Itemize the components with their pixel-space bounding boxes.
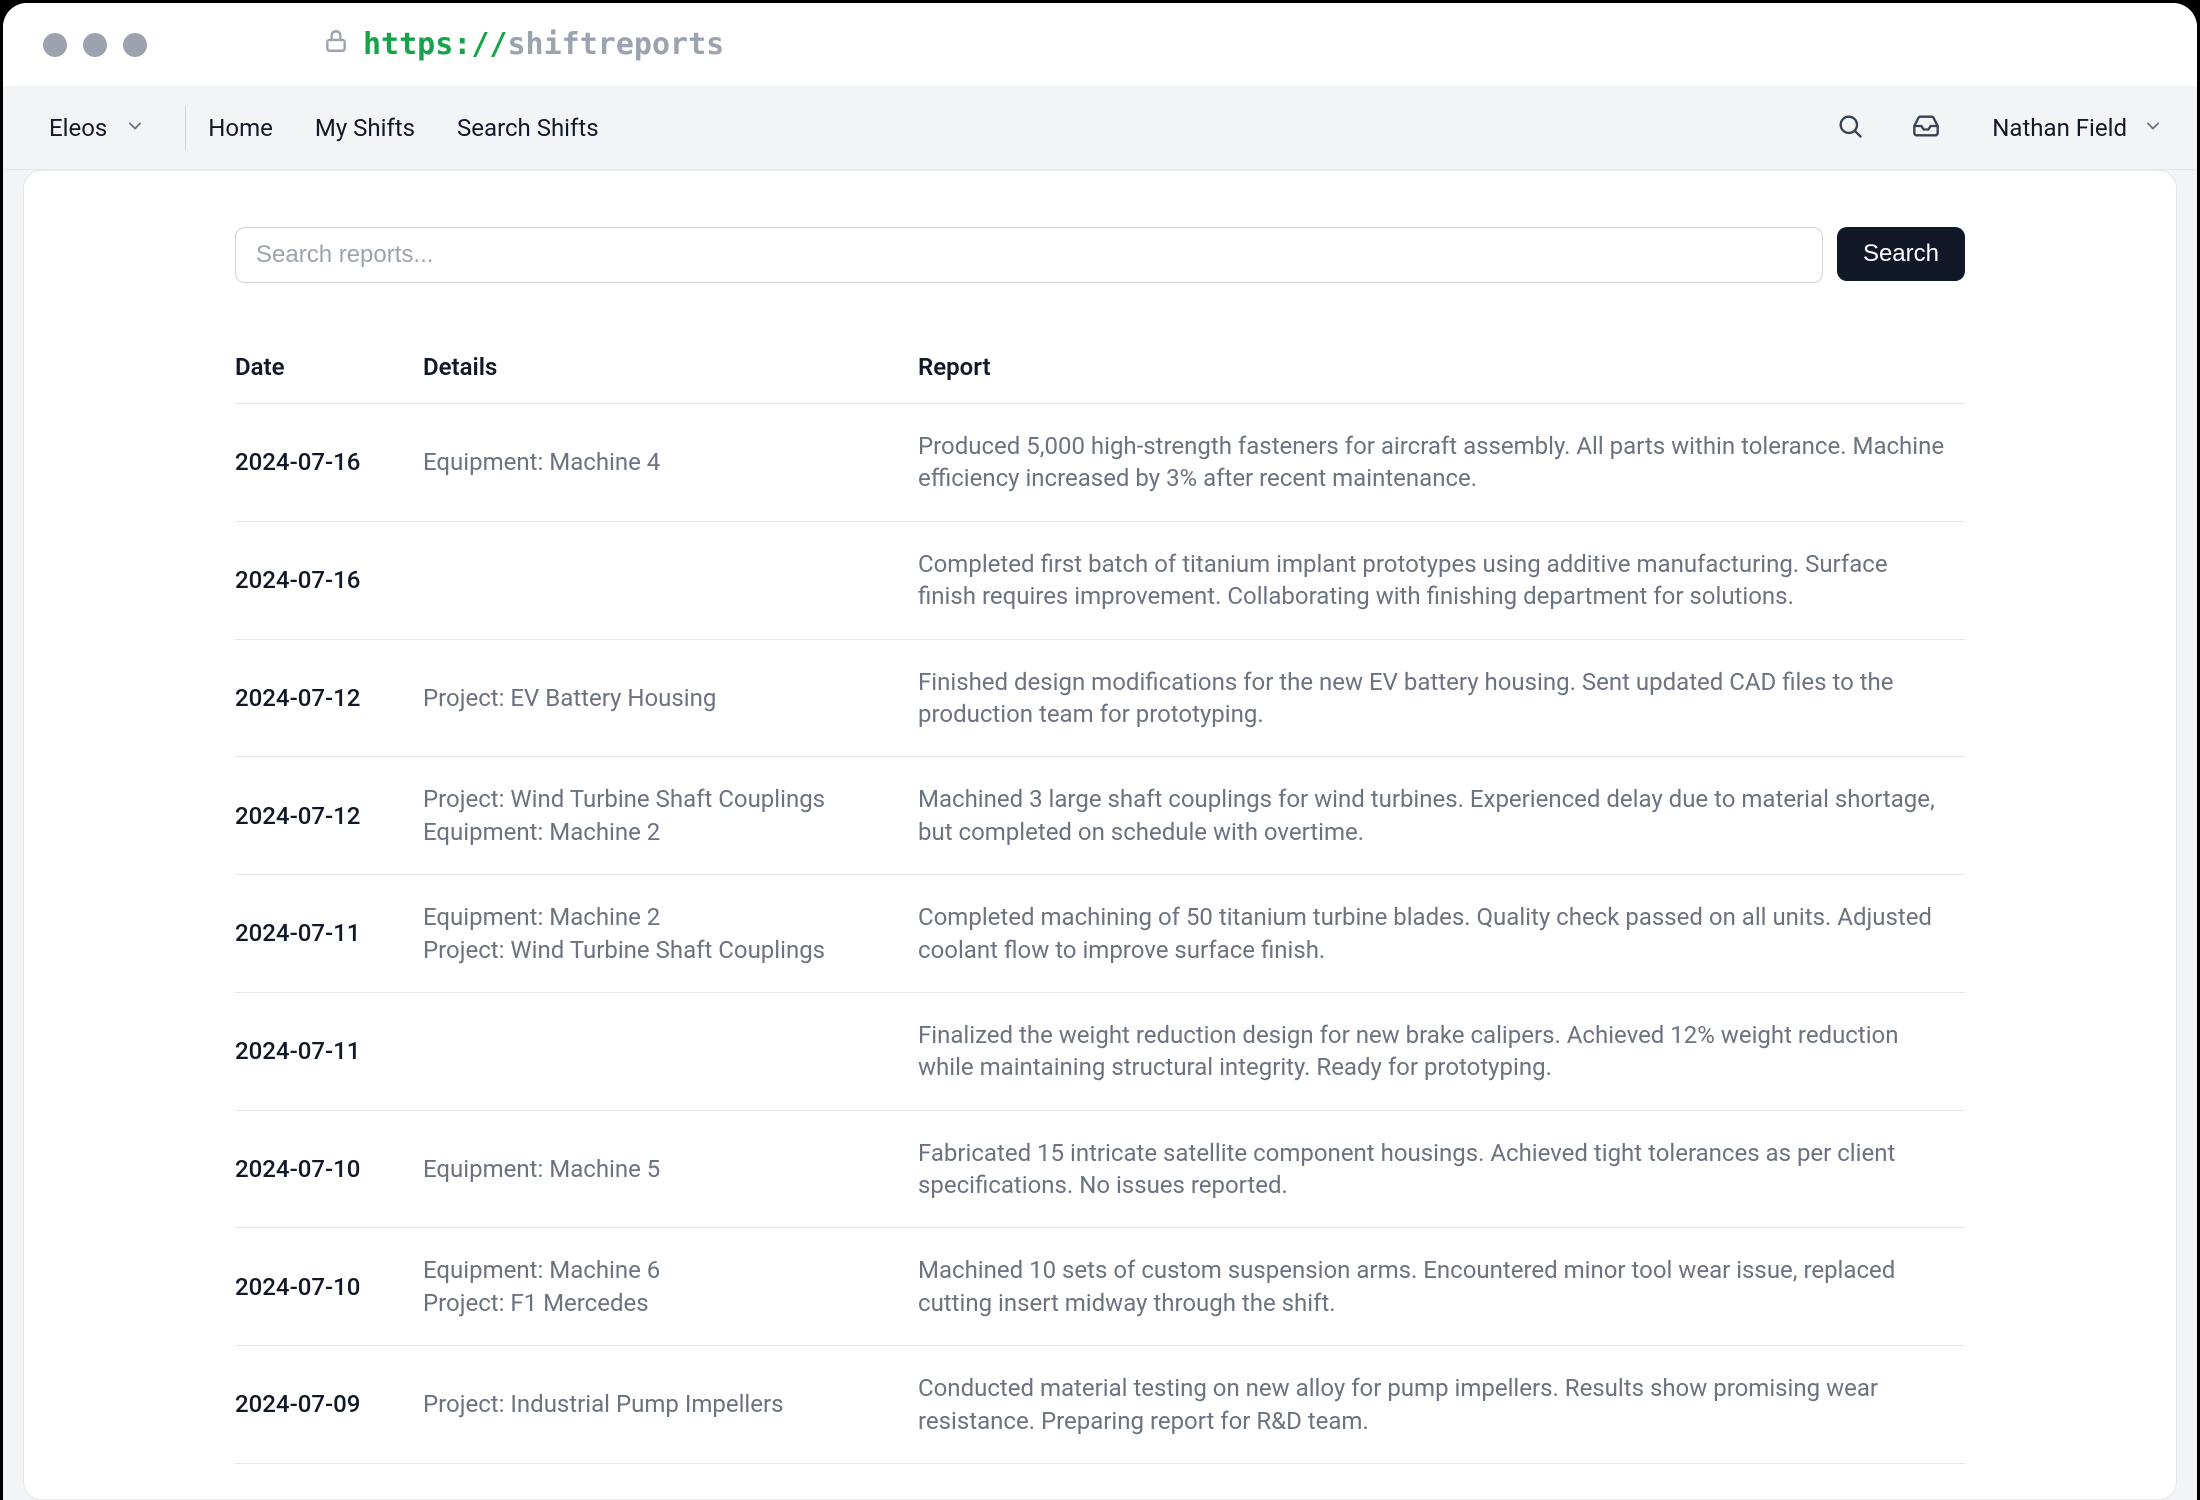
topbar-right: Nathan Field bbox=[1830, 108, 2163, 148]
table-row[interactable]: 2024-07-10Equipment: Machine 5 Fabricated… bbox=[235, 1110, 1965, 1228]
report-cell: Finished design modifications for the ne… bbox=[918, 639, 1965, 757]
reports-table: Date Details Report 2024-07-16Equipment:… bbox=[235, 353, 1965, 1464]
details-line: Project: EV Battery Housing bbox=[423, 682, 898, 714]
date-cell: 2024-07-11 bbox=[235, 992, 423, 1110]
traffic-light-maximize[interactable] bbox=[123, 33, 147, 57]
date-cell: 2024-07-09 bbox=[235, 1346, 423, 1464]
table-header-row: Date Details Report bbox=[235, 353, 1965, 404]
report-cell: Completed machining of 50 titanium turbi… bbox=[918, 875, 1965, 993]
report-cell: Conducted material testing on new alloy … bbox=[918, 1346, 1965, 1464]
titlebar: https://shiftreports bbox=[3, 3, 2197, 86]
topbar-divider bbox=[185, 106, 186, 150]
report-cell: Completed first batch of titanium implan… bbox=[918, 521, 1965, 639]
date-cell: 2024-07-10 bbox=[235, 1228, 423, 1346]
date-cell: 2024-07-11 bbox=[235, 875, 423, 993]
nav-search-shifts[interactable]: Search Shifts bbox=[457, 114, 599, 142]
nav-home[interactable]: Home bbox=[208, 114, 273, 142]
table-row[interactable]: 2024-07-16 Completed first batch of titan… bbox=[235, 521, 1965, 639]
inbox-icon bbox=[1912, 112, 1940, 144]
details-line: Equipment: Machine 2 bbox=[423, 816, 898, 848]
date-cell: 2024-07-10 bbox=[235, 1110, 423, 1228]
details-cell: Equipment: Machine 6Project: F1 Mercedes bbox=[423, 1228, 918, 1346]
details-cell: Equipment: Machine 2Project: Wind Turbin… bbox=[423, 875, 918, 993]
url-protocol: https:// bbox=[363, 27, 508, 62]
details-line: Equipment: Machine 2 bbox=[423, 901, 898, 933]
search-input[interactable] bbox=[235, 227, 1823, 283]
table-row[interactable]: 2024-07-09Project: Industrial Pump Impel… bbox=[235, 1346, 1965, 1464]
details-cell: Project: EV Battery Housing bbox=[423, 639, 918, 757]
lock-icon bbox=[323, 27, 349, 62]
table-row[interactable]: 2024-07-11Equipment: Machine 2Project: W… bbox=[235, 875, 1965, 993]
details-cell: Equipment: Machine 5 bbox=[423, 1110, 918, 1228]
traffic-light-minimize[interactable] bbox=[83, 33, 107, 57]
details-line: Project: Industrial Pump Impellers bbox=[423, 1388, 898, 1420]
th-date: Date bbox=[235, 353, 423, 404]
user-name: Nathan Field bbox=[1992, 114, 2127, 142]
table-row[interactable]: 2024-07-11 Finalized the weight reduction… bbox=[235, 992, 1965, 1110]
details-cell: Equipment: Machine 4 bbox=[423, 404, 918, 522]
th-details: Details bbox=[423, 353, 918, 404]
org-switcher[interactable]: Eleos bbox=[37, 103, 163, 153]
table-row[interactable]: 2024-07-16Equipment: Machine 4 Produced 5… bbox=[235, 404, 1965, 522]
search-row: Search bbox=[235, 227, 1965, 283]
details-line: Project: Wind Turbine Shaft Couplings bbox=[423, 934, 898, 966]
details-cell bbox=[423, 521, 918, 639]
app-window: https://shiftreports Eleos Home My Shift… bbox=[3, 3, 2197, 1500]
details-line: Equipment: Machine 5 bbox=[423, 1153, 898, 1185]
date-cell: 2024-07-12 bbox=[235, 639, 423, 757]
details-line: Equipment: Machine 6 bbox=[423, 1254, 898, 1286]
date-cell: 2024-07-16 bbox=[235, 404, 423, 522]
report-cell: Fabricated 15 intricate satellite compon… bbox=[918, 1110, 1965, 1228]
content-card: Search Date Details Report 2024-07-16Equ… bbox=[23, 170, 2177, 1500]
date-cell: 2024-07-16 bbox=[235, 521, 423, 639]
search-icon-button[interactable] bbox=[1830, 108, 1870, 148]
details-line: Project: F1 Mercedes bbox=[423, 1287, 898, 1319]
nav-links: Home My Shifts Search Shifts bbox=[208, 114, 598, 142]
th-report: Report bbox=[918, 353, 1965, 404]
report-cell: Produced 5,000 high-strength fasteners f… bbox=[918, 404, 1965, 522]
report-cell: Finalized the weight reduction design fo… bbox=[918, 992, 1965, 1110]
table-row[interactable]: 2024-07-10Equipment: Machine 6Project: F… bbox=[235, 1228, 1965, 1346]
chevron-down-icon bbox=[125, 116, 145, 140]
url-path: shiftreports bbox=[508, 27, 725, 62]
traffic-light-close[interactable] bbox=[43, 33, 67, 57]
chevron-down-icon bbox=[2143, 116, 2163, 140]
date-cell: 2024-07-12 bbox=[235, 757, 423, 875]
details-line: Project: Wind Turbine Shaft Couplings bbox=[423, 783, 898, 815]
details-cell: Project: Industrial Pump Impellers bbox=[423, 1346, 918, 1464]
user-menu[interactable]: Nathan Field bbox=[1982, 114, 2163, 142]
topbar: Eleos Home My Shifts Search Shifts bbox=[3, 86, 2197, 170]
url-bar: https://shiftreports bbox=[323, 27, 724, 62]
report-cell: Machined 3 large shaft couplings for win… bbox=[918, 757, 1965, 875]
nav-my-shifts[interactable]: My Shifts bbox=[315, 114, 415, 142]
details-cell: Project: Wind Turbine Shaft CouplingsEqu… bbox=[423, 757, 918, 875]
details-line: Equipment: Machine 4 bbox=[423, 446, 898, 478]
report-cell: Machined 10 sets of custom suspension ar… bbox=[918, 1228, 1965, 1346]
url-text: https://shiftreports bbox=[363, 27, 724, 62]
table-row[interactable]: 2024-07-12Project: EV Battery Housing Fin… bbox=[235, 639, 1965, 757]
traffic-lights bbox=[43, 33, 147, 57]
content-panel: Search Date Details Report 2024-07-16Equ… bbox=[3, 170, 2197, 1500]
details-cell bbox=[423, 992, 918, 1110]
search-button[interactable]: Search bbox=[1837, 227, 1965, 281]
table-row[interactable]: 2024-07-12Project: Wind Turbine Shaft Co… bbox=[235, 757, 1965, 875]
search-icon bbox=[1836, 112, 1864, 144]
org-name: Eleos bbox=[49, 114, 107, 142]
inbox-icon-button[interactable] bbox=[1906, 108, 1946, 148]
